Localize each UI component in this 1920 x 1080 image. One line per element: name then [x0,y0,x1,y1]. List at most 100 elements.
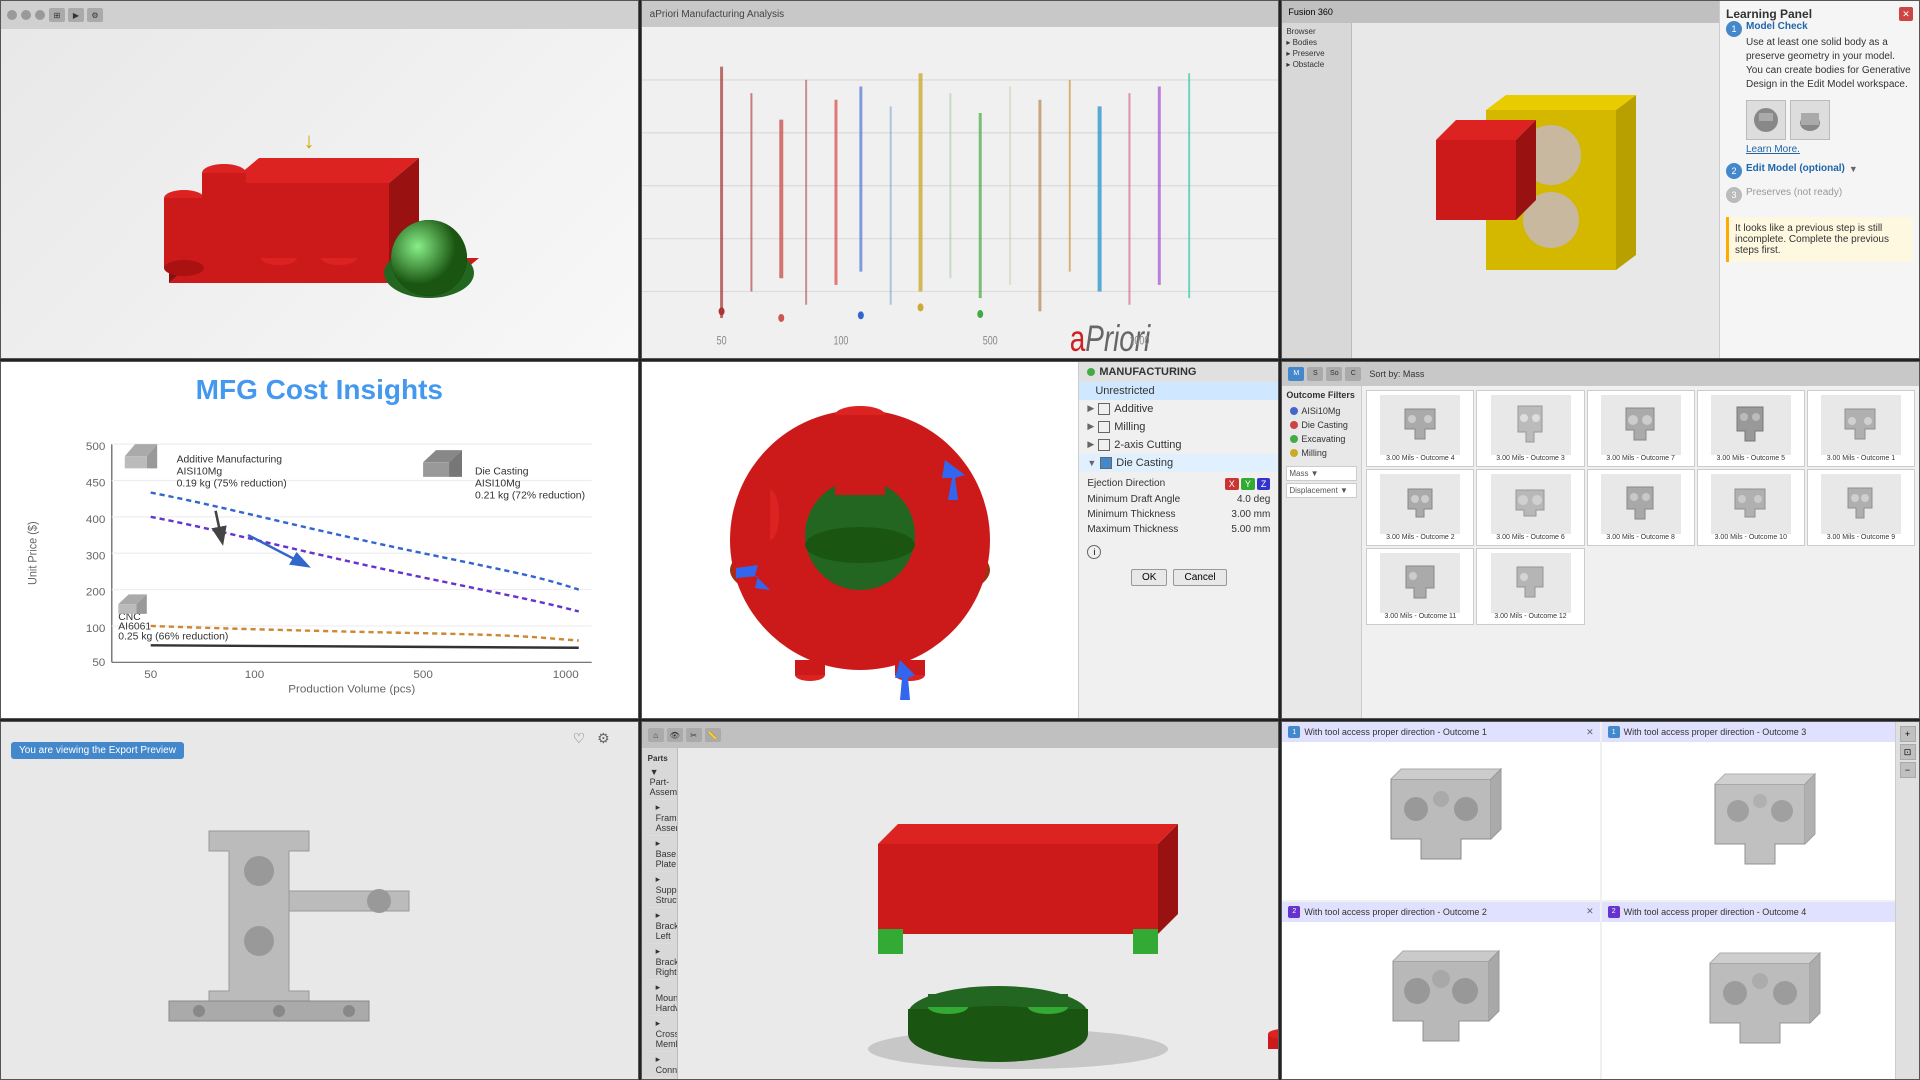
sidebar-row-7[interactable]: ▸ Mounting Hardware [646,980,674,1016]
add-arrow [216,510,222,540]
x-button[interactable]: X [1225,478,1239,490]
mfg-title: MFG Cost Insights [1,362,638,412]
panel-2axis[interactable]: ▶ 2-axis Cutting [1079,436,1278,454]
hole-3 [367,889,391,913]
sidebar-row-5[interactable]: ▸ Bracket Left [646,908,674,944]
export-icons: ♡ ⚙ [573,730,610,747]
cell3-left-sidebar: Browser ▸ Bodies ▸ Preserve ▸ Obstacle [1282,23,1352,358]
x-label: 50 [144,669,157,681]
filter-die-casting[interactable]: Die Casting [1286,418,1357,432]
sidebar-row-3[interactable]: ▸ Base Plate [646,836,674,872]
cell8-toolbar-icons[interactable]: ⌂ 👁 ✂ 📏 [648,728,721,742]
zoom-fit-button[interactable]: ⊡ [1900,744,1916,760]
toolbar-dot-2 [21,10,31,20]
part-thumb-1[interactable]: 3.00 Mils - Outcome 4 [1366,390,1474,467]
tool-compare[interactable]: C [1345,367,1361,381]
cell3-title: Fusion 360 [1288,7,1333,17]
cancel-button[interactable]: Cancel [1173,569,1226,586]
part-thumb-3[interactable]: 3.00 Mils - Outcome 7 [1587,390,1695,467]
stud-1 [928,994,968,1007]
panel-milling[interactable]: ▶ Milling [1079,418,1278,436]
die-casting-checkbox[interactable] [1100,457,1112,469]
tool-measure[interactable]: 📏 [705,728,721,742]
part-thumb-5[interactable]: 3.00 Mils - Outcome 1 [1807,390,1915,467]
sidebar-item[interactable]: ▸ Obstacle [1286,60,1347,69]
cell8-sidebar: Parts ▼ Part-Assembly ▸ Frame Assembly ▸… [642,748,679,1079]
part-label-10: 3.00 Mils - Outcome 9 [1827,534,1895,541]
part-thumb-6[interactable]: 3.00 Mils - Outcome 2 [1366,469,1474,546]
part-thumb-11[interactable]: 3.00 Mils - Outcome 11 [1366,548,1474,625]
tool-surface[interactable]: S [1307,367,1323,381]
tool-icon[interactable]: ▶ [68,8,84,22]
cost-chart: 500 450 400 300 200 100 50 Unit Price ($… [21,432,618,699]
filter-aisi[interactable]: AISi10Mg [1286,404,1357,418]
step-2-chevron[interactable]: ▼ [1849,164,1858,174]
z-button[interactable]: Z [1257,478,1271,490]
bracket-5 [1845,409,1875,439]
part-thumb-4[interactable]: 3.00 Mils - Outcome 5 [1697,390,1805,467]
x-label: 100 [833,334,848,348]
part-thumb-2[interactable]: 3.00 Mils - Outcome 3 [1476,390,1584,467]
filter-box-1[interactable]: Mass ▼ [1286,466,1357,481]
sidebar-row-1[interactable]: ▼ Part-Assembly [646,765,674,800]
ok-button[interactable]: OK [1131,569,1167,586]
filter-excavating[interactable]: Excavating [1286,432,1357,446]
max-thickness-row: Maximum Thickness 5.00 mm [1087,522,1270,537]
milling-checkbox[interactable] [1098,421,1110,433]
sidebar-row-9[interactable]: ▸ Connector [646,1052,674,1078]
2axis-checkbox[interactable] [1098,439,1110,451]
sub-cell-2-icon: 1 [1608,726,1620,738]
tool-solid[interactable]: So [1326,367,1342,381]
sidebar-row-8[interactable]: ▸ Cross Member [646,1016,674,1052]
sub-cell-1-close[interactable]: ✕ [1586,727,1594,738]
xyz-buttons[interactable]: X Y Z [1225,478,1271,490]
tool-home[interactable]: ⌂ [648,728,664,742]
tool-section[interactable]: ✂ [686,728,702,742]
settings-icon[interactable]: ⚙ [597,730,610,746]
sub-cell-3-close[interactable]: ✕ [1586,906,1594,917]
bracket-6 [1408,489,1432,517]
y-button[interactable]: Y [1241,478,1255,490]
part-thumbnails [1746,100,1913,140]
panel-additive[interactable]: ▶ Additive [1079,400,1278,418]
tool-icon[interactable]: ⚙ [87,8,103,22]
main-grid: ⊞ ▶ ⚙ [0,0,1920,1080]
panel-die-casting-section[interactable]: ▼ Die Casting [1079,454,1278,472]
tool-icon[interactable]: ⊞ [49,8,65,22]
sidebar-row-2[interactable]: ▸ Frame Assembly [646,800,674,836]
zoom-in-button[interactable]: + [1900,726,1916,742]
2axis-label: 2-axis Cutting [1114,439,1181,451]
learning-step-2[interactable]: 2 Edit Model (optional) ▼ [1726,163,1913,179]
step-1-title[interactable]: Model Check [1746,21,1913,32]
cell6-toolbar-icons[interactable]: M S So C [1288,367,1361,381]
part-thumb-12[interactable]: 3.00 Mils - Outcome 12 [1476,548,1584,625]
sidebar-row-6[interactable]: ▸ Bracket Right [646,944,674,980]
sidebar-item[interactable]: ▸ Bodies [1286,38,1347,47]
min-draft-label: Minimum Draft Angle [1087,494,1180,505]
additive-label: Additive Manufacturing [177,454,282,465]
sidebar-item[interactable]: ▸ Preserve [1286,49,1347,58]
part-thumb-8[interactable]: 3.00 Mils - Outcome 8 [1587,469,1695,546]
part-thumb-9[interactable]: 3.00 Mils - Outcome 10 [1697,469,1805,546]
die-cast-material: AISI10Mg [475,478,521,489]
zoom-out-button[interactable]: − [1900,762,1916,778]
bracket-9 [1735,489,1765,517]
sub-cell-1-content [1282,742,1599,897]
parts-thumbnail-grid: 3.00 Mils - Outcome 4 [1362,386,1919,629]
filter-milling[interactable]: Milling [1286,446,1357,460]
part-thumb-10[interactable]: 3.00 Mils - Outcome 9 [1807,469,1915,546]
panel-unrestricted[interactable]: Unrestricted [1079,382,1278,400]
part-img-9 [1711,474,1791,534]
learn-more-text[interactable]: Learn More. [1746,144,1800,155]
learning-panel-close[interactable]: ✕ [1899,7,1913,21]
sidebar-row-4[interactable]: ▸ Support Structure [646,872,674,908]
additive-chevron: ▶ [1087,403,1094,414]
tool-mesh[interactable]: M [1288,367,1304,381]
tool-view[interactable]: 👁 [667,728,683,742]
additive-checkbox[interactable] [1098,403,1110,415]
part-thumb-7[interactable]: 3.00 Mils - Outcome 6 [1476,469,1584,546]
sidebar-item[interactable]: Browser [1286,27,1347,36]
learn-more-link[interactable]: Learn More. [1746,144,1913,155]
filter-box-2[interactable]: Displacement ▼ [1286,483,1357,498]
bookmark-icon[interactable]: ♡ [573,730,586,746]
